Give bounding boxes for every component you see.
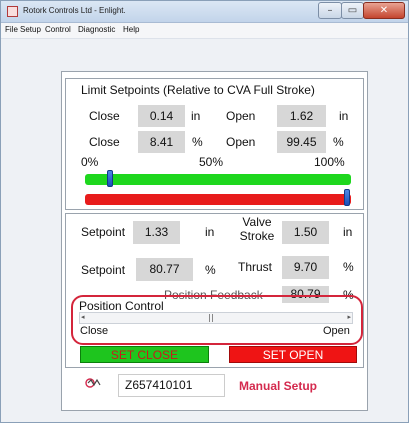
open-limit-slider-track[interactable] xyxy=(85,194,351,205)
rotork-logo-icon xyxy=(85,378,101,388)
setpoint-inches-value: 1.33 xyxy=(133,221,180,244)
window-title: Rotork Controls Ltd - Enlight. xyxy=(23,6,126,15)
set-close-button[interactable]: SET CLOSE xyxy=(80,346,209,363)
valve-stroke-label: Valve Stroke xyxy=(237,215,277,243)
menu-setup[interactable]: Setup xyxy=(20,25,41,34)
set-open-button[interactable]: SET OPEN xyxy=(229,346,357,363)
title-bar: Rotork Controls Ltd - Enlight. – ▭ ✕ xyxy=(1,1,408,23)
close-button[interactable]: ✕ xyxy=(363,2,405,19)
open-inches-value[interactable]: 1.62 xyxy=(277,105,326,127)
serial-number-field: Z657410101 xyxy=(118,374,225,397)
close-percent-label: Close xyxy=(89,135,120,149)
position-control-slider-thumb[interactable] xyxy=(209,314,214,322)
menu-bar: File Setup Control Diagnostic Help xyxy=(1,23,408,39)
close-percent-value[interactable]: 8.41 xyxy=(138,131,185,153)
close-limit-slider-thumb[interactable] xyxy=(106,170,113,187)
menu-help[interactable]: Help xyxy=(123,25,139,34)
thrust-value: 9.70 xyxy=(282,256,329,279)
open-limit-slider-thumb[interactable] xyxy=(343,189,350,206)
maximize-button[interactable]: ▭ xyxy=(341,2,364,19)
menu-diagnostic[interactable]: Diagnostic xyxy=(78,25,115,34)
valve-stroke-unit: in xyxy=(343,225,353,239)
position-control-label: Position Control xyxy=(79,299,166,313)
menu-file[interactable]: File xyxy=(5,25,18,34)
open-label: Open xyxy=(226,109,256,123)
open-inches-unit: in xyxy=(339,109,349,123)
scale-50: 50% xyxy=(199,155,224,169)
valve-stroke-label-line1: Valve xyxy=(242,215,272,229)
scale-100: 100% xyxy=(314,155,345,169)
thrust-label: Thrust xyxy=(238,260,273,274)
setpoint-inches-unit: in xyxy=(205,225,215,239)
setpoint-inches-label: Setpoint xyxy=(81,225,126,239)
close-inches-unit: in xyxy=(191,109,201,123)
limit-setpoints-heading: Limit Setpoints (Relative to CVA Full St… xyxy=(81,83,315,97)
close-percent-unit: % xyxy=(192,135,203,149)
position-control-slider[interactable]: ◂ ▸ xyxy=(79,312,353,324)
minimize-button[interactable]: – xyxy=(318,2,342,19)
menu-control[interactable]: Control xyxy=(45,25,71,34)
position-open-label: Open xyxy=(323,325,350,337)
mode-label: Manual Setup xyxy=(239,379,318,393)
slider-left-arrow-icon[interactable]: ◂ xyxy=(81,313,85,321)
slider-right-arrow-icon[interactable]: ▸ xyxy=(347,313,351,321)
setpoint-percent-label: Setpoint xyxy=(81,263,126,277)
setpoint-percent-unit: % xyxy=(205,263,216,277)
position-close-label: Close xyxy=(80,325,109,337)
app-icon xyxy=(7,6,18,17)
open-percent-unit: % xyxy=(333,135,344,149)
valve-stroke-value: 1.50 xyxy=(282,221,329,244)
open-percent-label: Open xyxy=(226,135,256,149)
setpoint-percent-value: 80.77 xyxy=(136,258,193,281)
close-inches-value[interactable]: 0.14 xyxy=(138,105,185,127)
open-percent-value[interactable]: 99.45 xyxy=(277,131,326,153)
app-window: Rotork Controls Ltd - Enlight. – ▭ ✕ Fil… xyxy=(0,0,409,423)
thrust-unit: % xyxy=(343,260,354,274)
valve-stroke-label-line2: Stroke xyxy=(239,229,275,243)
scale-0: 0% xyxy=(81,155,99,169)
close-label: Close xyxy=(89,109,120,123)
close-limit-slider-track[interactable] xyxy=(85,174,351,185)
